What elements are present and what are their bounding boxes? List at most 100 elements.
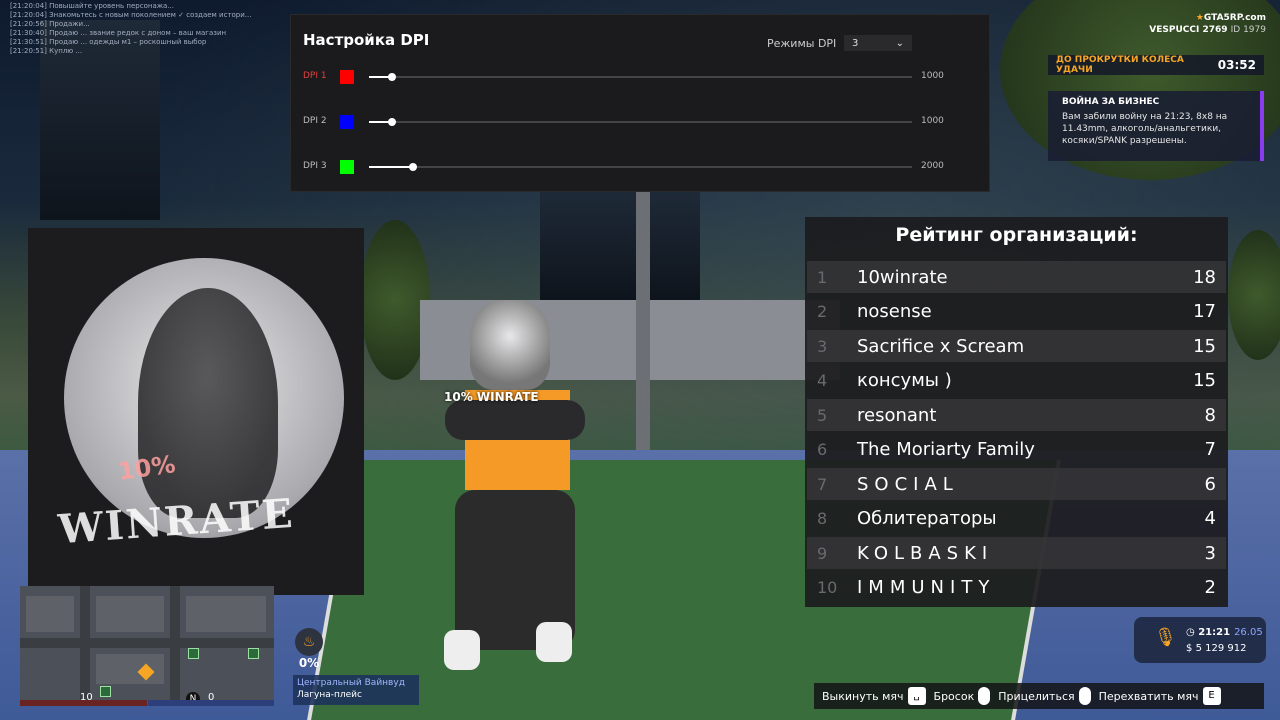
clock-icon: ◷	[1186, 627, 1199, 638]
dpi-row-1: DPI 1 1000	[303, 69, 963, 85]
dpi-label: DPI 1	[303, 71, 327, 81]
rating-row: 2 nosense 17	[807, 295, 1226, 327]
dpi-color-swatch[interactable]	[340, 160, 354, 174]
map-marker-icon[interactable]	[100, 686, 111, 697]
rating-title: Рейтинг организаций:	[895, 224, 1138, 246]
org-score: 3	[1204, 542, 1216, 564]
player-arms	[445, 400, 585, 440]
dpi-mode-select[interactable]: 3 ⌄	[844, 35, 912, 51]
org-name: Облитераторы	[857, 507, 997, 529]
org-name: The Moriarty Family	[857, 438, 1035, 460]
rank: 6	[817, 439, 828, 459]
dpi-value: 1000	[921, 71, 944, 81]
slider-handle[interactable]	[388, 73, 396, 81]
health-bar	[20, 700, 147, 706]
building	[540, 190, 700, 300]
map-road	[20, 638, 274, 648]
rating-row: 7 SOCIAL 6	[807, 468, 1226, 500]
chat-line: [21:30:51] Продаю ... одежды м1 – роскош…	[10, 38, 207, 46]
rank: 8	[817, 508, 828, 528]
chat-line: [21:20:56] Продажи...	[10, 20, 90, 28]
mouse-right-icon	[1078, 687, 1091, 705]
rank: 2	[817, 301, 828, 321]
dpi-row-2: DPI 2 1000	[303, 114, 963, 130]
rating-row: 9 KOLBASKI 3	[807, 537, 1226, 569]
map-block	[96, 596, 164, 632]
rank: 5	[817, 405, 828, 425]
poster-text: WINRATE	[56, 489, 296, 554]
control-hints: Выкинуть мяч ␣ Бросок Прицелиться Перехв…	[814, 683, 1264, 709]
hint-label: Прицелиться	[998, 689, 1075, 703]
wheel-timer: ДО ПРОКРУТКИ КОЛЕСА УДАЧИ 03:52	[1048, 55, 1264, 75]
server-name: VESPUCCI 2769	[1149, 25, 1228, 35]
org-name: KOLBASKI	[857, 542, 994, 564]
microphone-icon[interactable]: 🎙	[1154, 627, 1177, 648]
dpi-slider[interactable]	[369, 118, 912, 126]
food-icon: ♨	[295, 628, 323, 656]
war-title: ВОЙНА ЗА БИЗНЕС	[1062, 97, 1160, 107]
map-marker-icon[interactable]	[188, 648, 199, 659]
rating-row: 1 10winrate 18	[807, 261, 1226, 293]
brand-name: GTA5RP.com	[1203, 13, 1266, 23]
org-name: IMMUNITY	[857, 576, 996, 598]
minimap[interactable]: N 10 0	[20, 586, 274, 706]
player-id: ID 1979	[1230, 25, 1266, 35]
hint-label: Перехватить мяч	[1098, 689, 1199, 703]
location-box: Центральный Вайнвуд Лагуна-плейс	[293, 675, 419, 705]
dpi-mode-value: 3	[852, 37, 859, 49]
chat-line: [21:20:51] Куплю ...	[10, 47, 83, 55]
hint-steal: Перехватить мяч E	[1099, 687, 1221, 705]
slider-handle[interactable]	[409, 163, 417, 171]
dpi-settings-panel: Настройка DPI Режимы DPI 3 ⌄ DPI 1 1000 …	[290, 14, 990, 192]
rating-row: 10 IMMUNITY 2	[807, 571, 1226, 603]
hint-label: Бросок	[933, 689, 975, 703]
war-body: Вам забили войну на 21:23, 8x8 на 11.43m…	[1062, 112, 1228, 146]
rating-row: 5 resonant 8	[807, 399, 1226, 431]
rank: 4	[817, 370, 828, 390]
player-tag: 10% WINRATE	[444, 390, 539, 404]
dpi-value: 2000	[921, 161, 944, 171]
tree	[1228, 230, 1280, 360]
mouse-left-icon	[978, 687, 991, 705]
e-key-icon: E	[1202, 687, 1221, 705]
rating-row: 6 The Moriarty Family 7	[807, 433, 1226, 465]
rating-row: 4 консумы ) 15	[807, 364, 1226, 396]
chevron-down-icon: ⌄	[895, 37, 904, 49]
hint-drop-ball: Выкинуть мяч ␣	[822, 687, 926, 705]
wheel-time: 03:52	[1217, 58, 1256, 72]
dpi-row-3: DPI 3 2000	[303, 159, 963, 175]
map-marker-icon[interactable]	[248, 648, 259, 659]
slider-handle[interactable]	[388, 118, 396, 126]
hoop-pole	[636, 190, 650, 450]
rank: 1	[817, 267, 828, 287]
dpi-title: Настройка DPI	[303, 31, 430, 49]
dpi-color-swatch[interactable]	[340, 70, 354, 84]
space-key-icon: ␣	[907, 687, 926, 705]
rating-row: 8 Облитераторы 4	[807, 502, 1226, 534]
org-score: 18	[1193, 266, 1216, 288]
money: 5 129 912	[1195, 643, 1247, 654]
org-poster-image: 10% WINRATE	[28, 228, 364, 595]
org-score: 17	[1193, 300, 1216, 322]
org-score: 2	[1204, 576, 1216, 598]
player-character	[440, 300, 590, 680]
org-name: nosense	[857, 300, 932, 322]
street-name: Лагуна-плейс	[297, 690, 362, 700]
rank: 9	[817, 543, 828, 563]
dpi-slider[interactable]	[369, 163, 912, 171]
chat-log: [21:20:04] Повышайте уровень персонажа..…	[10, 2, 290, 56]
chat-line: [21:20:04] Повышайте уровень персонажа..…	[10, 2, 175, 10]
chat-line: [21:20:04] Знакомьтесь с новым поколение…	[10, 11, 252, 19]
dpi-label: DPI 2	[303, 116, 327, 126]
chat-line: [21:30:40] Продаю ... звание редок с дон…	[10, 29, 227, 37]
hint-aim: Прицелиться	[998, 687, 1091, 705]
map-block	[186, 596, 266, 632]
player-shoe	[444, 630, 480, 670]
dpi-color-swatch[interactable]	[340, 115, 354, 129]
rating-row: 3 Sacrifice x Scream 15	[807, 330, 1226, 362]
wheel-label: ДО ПРОКРУТКИ КОЛЕСА УДАЧИ	[1056, 55, 1184, 75]
rank: 7	[817, 474, 828, 494]
star-icon: ★	[1195, 13, 1204, 23]
org-rating-panel: Рейтинг организаций: 1 10winrate 18 2 no…	[805, 217, 1228, 607]
dpi-slider[interactable]	[369, 73, 912, 81]
